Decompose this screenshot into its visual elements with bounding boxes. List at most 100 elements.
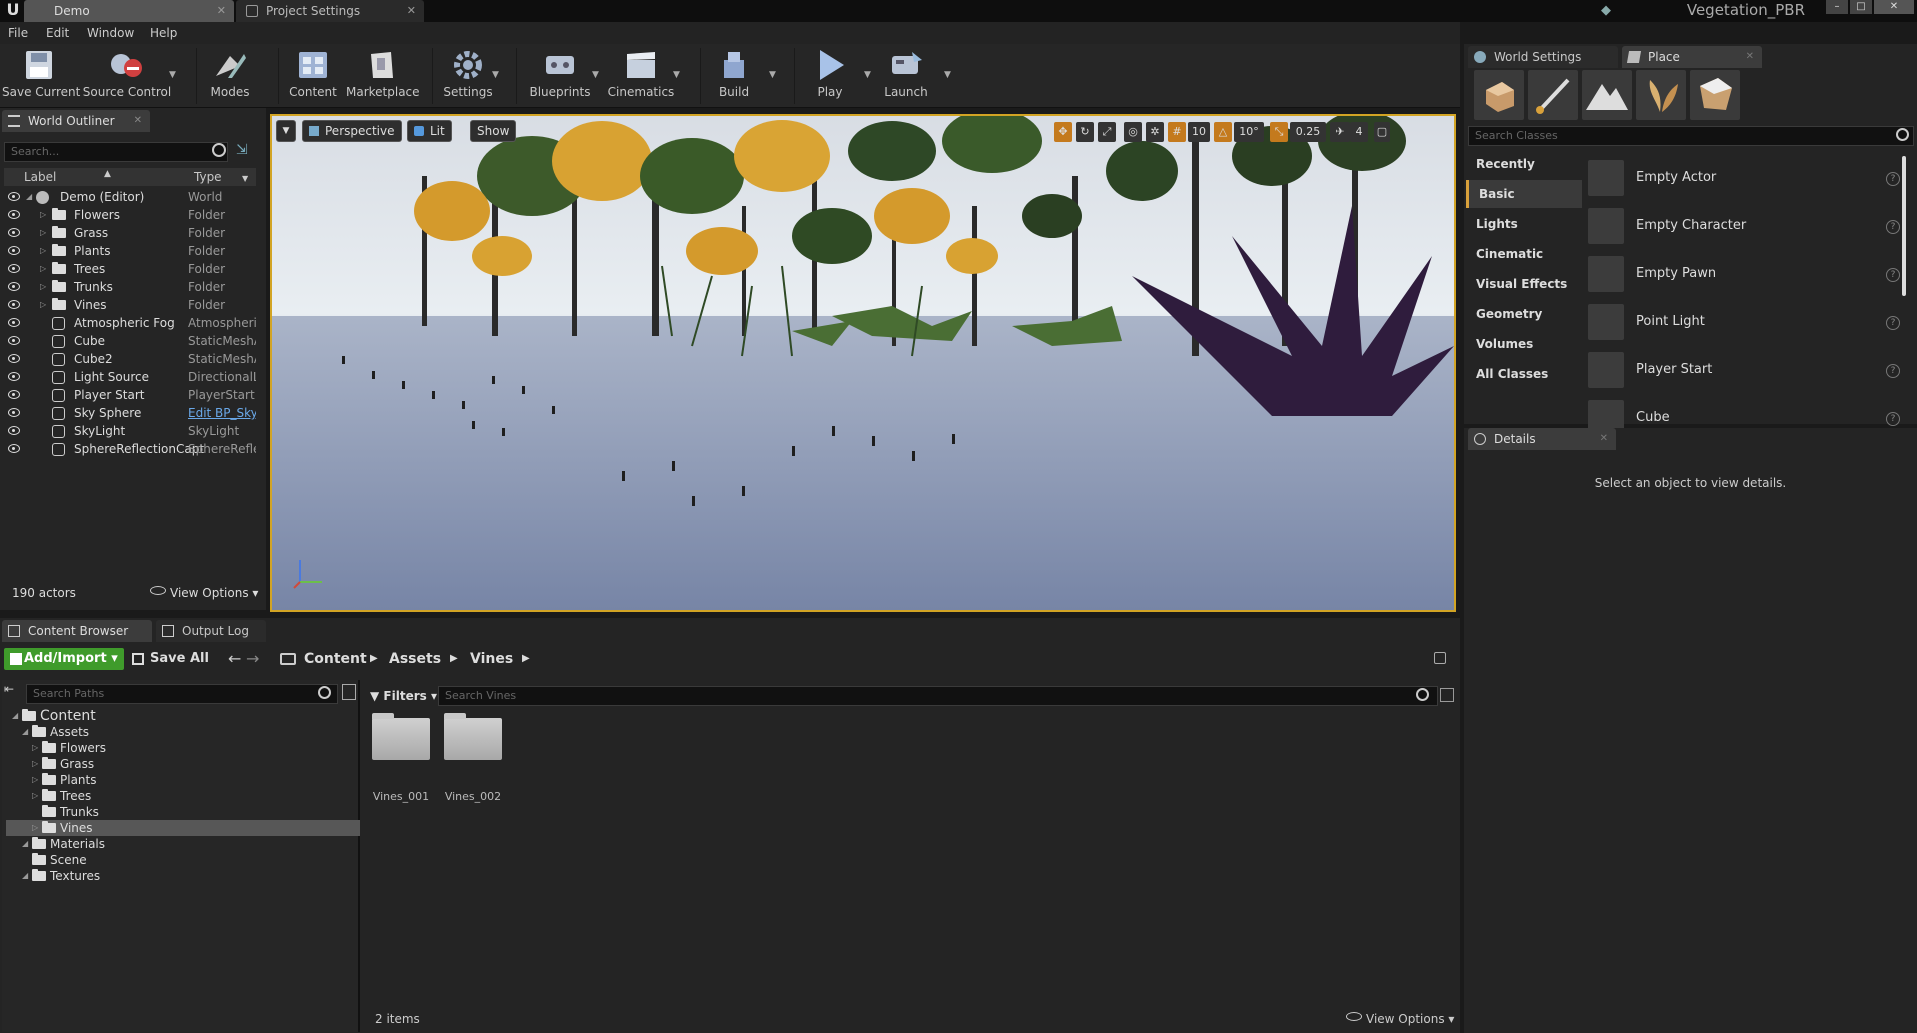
back-button[interactable]: ← [228,648,241,670]
close-icon[interactable]: ✕ [407,0,416,22]
collapse-arrow-icon[interactable]: ◢ [26,188,32,206]
outliner-row[interactable]: ▷ Trunks Folder [4,278,256,296]
settings-button[interactable]: Settings [440,47,496,105]
folder-tree-item[interactable]: ◢ Materials [6,836,360,852]
visibility-eye-icon[interactable] [8,300,20,309]
outliner-search-input[interactable]: Search... [4,142,228,162]
expand-arrow-icon[interactable]: ▷ [40,242,46,260]
help-icon[interactable]: ? [1886,172,1900,186]
outliner-row[interactable]: ▷ Plants Folder [4,242,256,260]
tab-place[interactable]: Place ✕ [1622,46,1762,68]
show-button[interactable]: Show [470,120,517,142]
asset-folder-vines-001[interactable]: Vines_001 [370,713,432,803]
pin-icon[interactable]: ⇲ [236,142,254,160]
visibility-eye-icon[interactable] [8,354,20,363]
search-paths-input[interactable]: Search Paths [26,684,338,704]
help-icon[interactable]: ? [1886,412,1900,426]
camera-speed-icon[interactable]: ✈ [1330,122,1350,142]
translate-icon[interactable]: ✥ [1054,122,1072,142]
collapse-sources-icon[interactable]: ⇤ [4,682,20,698]
rotation-snap-icon[interactable]: △ [1214,122,1232,142]
save-current-button[interactable]: Save Current [2,47,80,105]
expand-arrow-icon[interactable]: ▷ [32,772,38,788]
help-icon[interactable]: ? [1886,364,1900,378]
expand-arrow-icon[interactable]: ▷ [32,756,38,772]
cinematics-button[interactable]: Cinematics [606,47,676,105]
marketplace-button[interactable]: Marketplace [346,47,420,105]
visibility-eye-icon[interactable] [8,426,20,435]
maximize-viewport-icon[interactable]: ▢ [1374,122,1390,142]
visibility-eye-icon[interactable] [8,192,20,201]
folder-tree-item[interactable]: Trunks [6,804,360,820]
cb-view-options[interactable]: View Options ▾ [1366,1012,1454,1026]
play-dropdown-arrow[interactable]: ▼ [864,70,871,80]
folder-tree-item[interactable]: ◢ Textures [6,868,360,884]
blueprints-dropdown-arrow[interactable]: ▼ [592,70,599,80]
visibility-eye-icon[interactable] [8,264,20,273]
place-item[interactable]: Empty Pawn? [1588,252,1908,296]
path-segment-assets[interactable]: Assets [389,648,441,670]
expand-arrow-icon[interactable]: ◢ [12,708,18,724]
column-type[interactable]: Type [194,168,222,186]
tab-project-settings[interactable]: Project Settings ✕ [236,0,424,22]
modes-button[interactable]: Modes [200,47,260,105]
outliner-row[interactable]: Atmospheric Fog Atmospheric [4,314,256,332]
perspective-button[interactable]: Perspective [302,120,402,142]
visibility-eye-icon[interactable] [8,444,20,453]
mode-landscape-icon[interactable] [1582,70,1632,120]
tab-content-browser[interactable]: Content Browser [2,620,152,642]
mode-paint-icon[interactable] [1528,70,1578,120]
expand-arrow-icon[interactable]: ◢ [22,836,28,852]
lit-button[interactable]: Lit [407,120,452,142]
tab-details[interactable]: Details ✕ [1468,428,1616,450]
column-menu-icon[interactable]: ▼ [242,170,248,188]
place-category[interactable]: Lights [1466,210,1582,238]
minimize-button[interactable]: – [1826,0,1848,14]
save-search-icon[interactable] [1440,688,1454,702]
outliner-row[interactable]: SkyLight SkyLight [4,422,256,440]
visibility-eye-icon[interactable] [8,318,20,327]
surface-snap-icon[interactable]: ✲ [1146,122,1164,142]
world-space-icon[interactable]: ◎ [1124,122,1142,142]
expand-arrow-icon[interactable]: ▷ [40,260,46,278]
tab-output-log[interactable]: Output Log [156,620,266,642]
outliner-row[interactable]: Cube2 StaticMeshA [4,350,256,368]
launch-button[interactable]: Launch [876,47,936,105]
expand-arrow-icon[interactable]: ▷ [40,278,46,296]
place-category[interactable]: Visual Effects [1466,270,1582,298]
outliner-row[interactable]: Light Source DirectionalLi [4,368,256,386]
help-icon[interactable]: ? [1886,220,1900,234]
place-item[interactable]: Point Light? [1588,300,1908,344]
outliner-row[interactable]: Cube StaticMeshA [4,332,256,350]
maximize-button[interactable]: □ [1850,0,1872,14]
add-import-button[interactable]: Add/Import ▾ [4,648,124,670]
grid-snap-value[interactable]: 10 [1188,122,1210,142]
visibility-eye-icon[interactable] [8,210,20,219]
save-all-button[interactable]: Save All [132,648,209,670]
expand-arrow-icon[interactable]: ◢ [22,724,28,740]
close-icon[interactable]: ✕ [1746,46,1754,68]
column-label[interactable]: Label [24,168,56,186]
expand-arrow-icon[interactable]: ▷ [32,820,38,836]
tab-world-settings[interactable]: World Settings [1468,46,1618,68]
expand-arrow-icon[interactable]: ▷ [32,740,38,756]
place-scrollbar[interactable] [1902,156,1906,296]
close-icon[interactable]: ✕ [1600,428,1608,450]
source-control-dropdown-arrow[interactable]: ▼ [169,70,176,80]
outliner-row[interactable]: ▷ Trees Folder [4,260,256,278]
path-segment-vines[interactable]: Vines [470,648,513,670]
search-classes-input[interactable]: Search Classes [1468,126,1914,146]
expand-arrow-icon[interactable]: ▷ [40,206,46,224]
rotate-icon[interactable]: ↻ [1076,122,1094,142]
expand-arrow-icon[interactable]: ◢ [22,868,28,884]
tab-demo[interactable]: Demo ✕ [24,0,234,22]
lock-icon[interactable] [1434,652,1446,664]
folder-tree-item[interactable]: ▷ Vines [6,820,360,836]
mode-foliage-icon[interactable] [1636,70,1686,120]
scale-snap-icon[interactable]: ⤡ [1270,122,1288,142]
play-button[interactable]: Play [800,47,860,105]
outliner-view-options[interactable]: View Options ▾ [170,586,258,600]
folder-tree-item[interactable]: ▷ Flowers [6,740,360,756]
rotation-snap-value[interactable]: 10° [1234,122,1264,142]
launch-dropdown-arrow[interactable]: ▼ [944,70,951,80]
